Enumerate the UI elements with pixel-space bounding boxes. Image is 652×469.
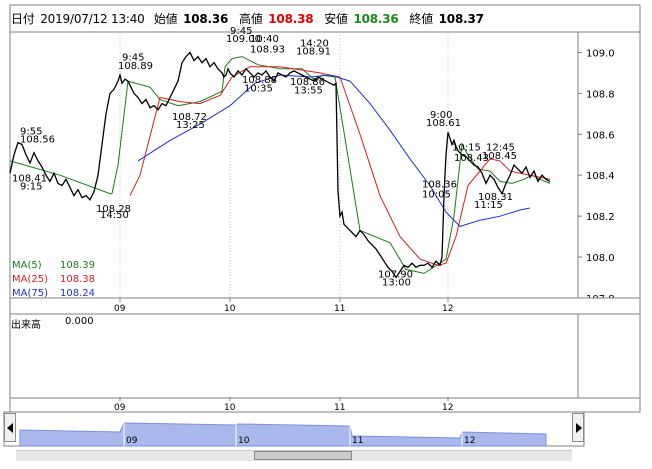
x-tick-label: 11 — [334, 304, 345, 314]
overview-tick-label: 09 — [126, 436, 138, 446]
volume-label: 出来高 — [11, 320, 41, 331]
legend-ma75: MA(75) 108.24 — [12, 288, 95, 299]
high-value: 108.38 — [268, 12, 314, 26]
scroll-right-button[interactable] — [572, 413, 584, 442]
y-tick-label: 108.4 — [586, 171, 615, 182]
overview-tick-label: 11 — [352, 436, 363, 446]
y-tick-label: 108.8 — [586, 89, 615, 100]
y-tick-label: 108.0 — [586, 253, 615, 264]
legend-ma75-label: MA(75) — [12, 288, 48, 299]
volume-value: 0.000 — [65, 316, 94, 327]
price-annotation: 108.91 — [296, 47, 331, 58]
open-label: 始値 — [153, 12, 178, 26]
date-label: 日付 — [11, 12, 35, 26]
price-annotation: 10:05 — [422, 190, 451, 201]
legend-ma25: MA(25) 108.38 — [12, 274, 95, 285]
price-annotation: 13:00 — [382, 278, 411, 289]
overview-tick-label: 10 — [238, 436, 250, 446]
volume-x-axis-band — [9, 397, 641, 413]
scroll-left-button[interactable] — [4, 413, 16, 442]
price-annotation: 9:15 — [20, 182, 42, 193]
chart-frame: 109.0108.8108.6108.4108.2108.0107.8 9:55… — [3, 4, 641, 447]
ohlc-header: 日付 2019/07/12 13:40 始値 108.36 高値 108.38 … — [11, 10, 484, 27]
left-arrow-icon — [7, 423, 13, 433]
price-annotation: 108.93 — [250, 44, 285, 55]
price-annotation: 108.45 — [482, 151, 517, 162]
y-tick-label: 108.6 — [586, 130, 615, 141]
close-value: 108.37 — [438, 12, 484, 26]
open-value: 108.36 — [183, 12, 229, 26]
legend-ma75-value: 108.24 — [60, 288, 95, 299]
legend-ma25-label: MA(25) — [12, 274, 48, 285]
scrollbar-thumb[interactable] — [254, 451, 352, 460]
price-annotation: 108.61 — [426, 118, 461, 129]
y-tick-label: 108.2 — [586, 212, 615, 223]
price-annotation: 108.56 — [20, 134, 55, 145]
price-annotation: 11:15 — [474, 200, 503, 211]
legend-ma5-value: 108.39 — [60, 260, 95, 271]
x-tick-label: 12 — [442, 304, 453, 314]
volume-legend: 出来高 0.000 — [11, 316, 94, 331]
low-value: 108.36 — [353, 12, 399, 26]
right-arrow-icon — [576, 423, 582, 433]
close-label: 終値 — [409, 12, 434, 26]
price-annotation: 14:50 — [100, 210, 129, 221]
legend-ma25-value: 108.38 — [60, 274, 95, 285]
low-label: 安値 — [324, 12, 348, 26]
date-value: 2019/07/12 13:40 — [40, 12, 145, 26]
price-annotation: 10:35 — [244, 83, 273, 94]
price-annotation: 108.89 — [118, 61, 153, 72]
legend-ma5-label: MA(5) — [12, 260, 42, 271]
x-tick-label: 10 — [224, 304, 236, 314]
horizontal-scrollbar[interactable] — [16, 450, 572, 461]
price-pane — [9, 31, 641, 299]
x-axis-band — [9, 297, 641, 315]
x-tick-label: 09 — [114, 304, 126, 314]
overview-tick-label: 12 — [464, 436, 475, 446]
volume-pane — [9, 313, 641, 399]
y-tick-label: 109.0 — [586, 48, 615, 59]
price-annotation: 13:55 — [294, 85, 323, 96]
legend-ma5: MA(5) 108.39 — [12, 260, 95, 271]
high-label: 高値 — [239, 12, 263, 26]
price-annotation: 13:25 — [176, 120, 205, 131]
